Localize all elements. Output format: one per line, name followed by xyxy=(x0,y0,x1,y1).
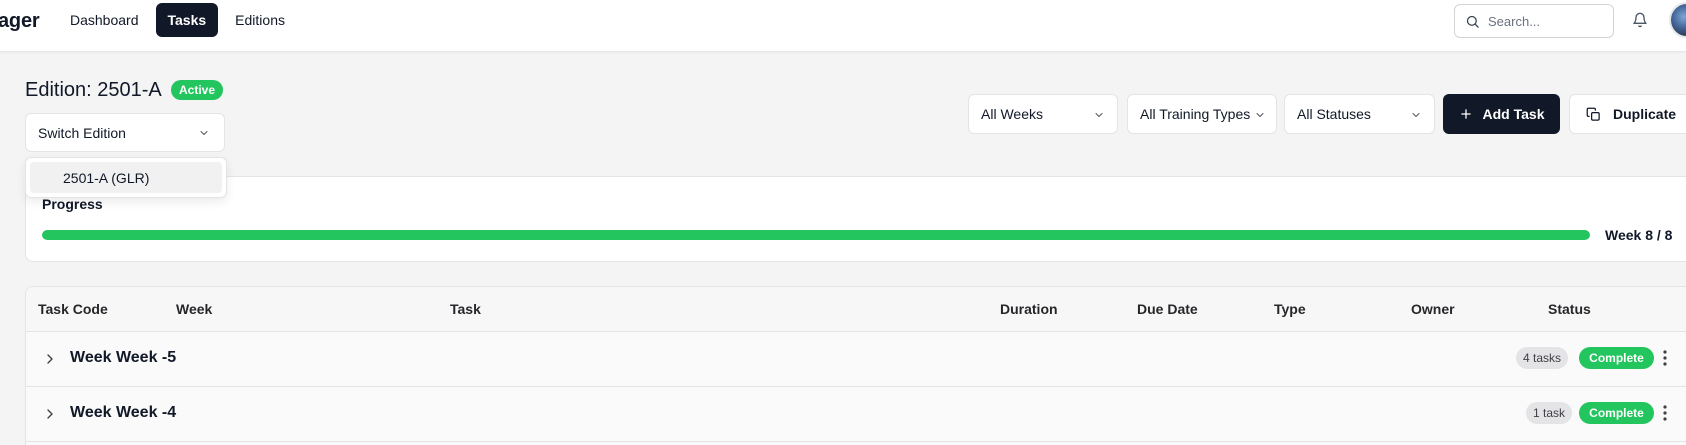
chevron-down-icon xyxy=(1256,113,1264,117)
nav-dashboard[interactable]: Dashboard xyxy=(58,3,151,37)
more-options-icon[interactable] xyxy=(1662,349,1668,367)
progress-label: Progress xyxy=(42,196,103,212)
column-header-task-code[interactable]: Task Code xyxy=(38,301,108,317)
search-icon xyxy=(1466,15,1479,28)
column-header-status[interactable]: Status xyxy=(1548,301,1591,317)
search-input[interactable] xyxy=(1488,13,1598,29)
add-task-label: Add Task xyxy=(1482,106,1545,122)
status-filter-select[interactable]: All Statuses xyxy=(1284,94,1435,134)
week-group-row[interactable]: Week Week -5 4 tasks Complete xyxy=(26,332,1686,387)
chevron-down-icon xyxy=(1412,113,1420,117)
add-task-button[interactable]: Add Task xyxy=(1443,94,1560,134)
chevron-down-icon xyxy=(200,131,208,135)
plus-icon xyxy=(1460,109,1471,119)
week-group-row[interactable]: Week Week -4 1 task Complete xyxy=(26,387,1686,442)
chevron-down-icon xyxy=(1095,113,1103,117)
duplicate-button[interactable]: Duplicate xyxy=(1569,94,1686,134)
edition-status-badge: Active xyxy=(171,80,224,100)
week-group-title: Week Week -5 xyxy=(70,349,177,366)
chevron-right-icon[interactable] xyxy=(42,351,58,367)
weeks-filter-select[interactable]: All Weeks xyxy=(968,94,1118,134)
notification-bell-icon[interactable] xyxy=(1632,12,1648,28)
column-header-task[interactable]: Task xyxy=(450,301,481,317)
training-type-filter-select[interactable]: All Training Types xyxy=(1127,94,1277,134)
edition-dropdown-menu: 2501-A (GLR) xyxy=(25,157,227,198)
edition-option[interactable]: 2501-A (GLR) xyxy=(30,162,222,193)
status-filter-label: All Statuses xyxy=(1297,106,1371,122)
progress-week-text: Week 8 / 8 xyxy=(1605,227,1673,243)
week-group-title: Week Week -4 xyxy=(70,404,177,421)
search-box[interactable] xyxy=(1454,4,1614,38)
progress-card: Progress Week 8 / 8 xyxy=(25,176,1686,262)
task-count-badge: 4 tasks xyxy=(1516,347,1569,369)
switch-edition-label: Switch Edition xyxy=(38,124,126,141)
status-badge: Complete xyxy=(1579,347,1654,369)
column-header-owner[interactable]: Owner xyxy=(1411,301,1455,317)
edition-title: Edition: 2501-A xyxy=(25,79,162,101)
switch-edition-select[interactable]: Switch Edition xyxy=(25,113,225,152)
user-avatar[interactable] xyxy=(1669,2,1686,38)
progress-bar-fill xyxy=(42,230,1590,240)
copy-icon xyxy=(1586,107,1600,121)
column-header-type[interactable]: Type xyxy=(1274,301,1306,317)
column-header-duration[interactable]: Duration xyxy=(1000,301,1058,317)
app-brand[interactable]: ager xyxy=(0,10,40,33)
status-badge: Complete xyxy=(1579,402,1654,424)
tasks-table: Task Code Week Task Duration Due Date Ty… xyxy=(25,286,1686,445)
column-header-week[interactable]: Week xyxy=(176,301,212,317)
training-type-filter-label: All Training Types xyxy=(1140,106,1251,122)
table-header-row: Task Code Week Task Duration Due Date Ty… xyxy=(26,287,1686,332)
nav-tasks[interactable]: Tasks xyxy=(155,3,219,37)
progress-bar xyxy=(42,230,1590,240)
main-nav: Dashboard Tasks Editions xyxy=(58,3,302,37)
column-header-due-date[interactable]: Due Date xyxy=(1137,301,1198,317)
more-options-icon[interactable] xyxy=(1662,404,1668,422)
nav-editions[interactable]: Editions xyxy=(223,3,297,37)
chevron-right-icon[interactable] xyxy=(42,406,58,422)
duplicate-label: Duplicate xyxy=(1613,106,1677,122)
top-navigation-bar: ager Dashboard Tasks Editions xyxy=(0,0,1686,52)
task-count-badge: 1 task xyxy=(1526,402,1573,424)
weeks-filter-label: All Weeks xyxy=(981,106,1043,122)
